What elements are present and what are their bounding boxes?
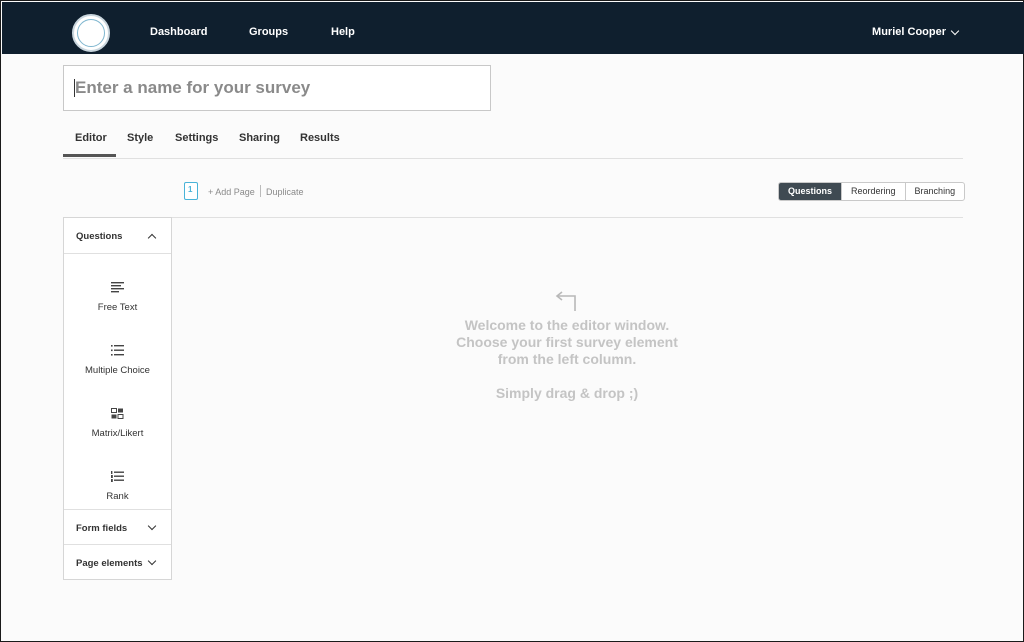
palette-item-multiple-choice[interactable]: Multiple Choice <box>64 325 171 387</box>
form-fields-header-label: Form fields <box>76 523 128 534</box>
editor-divider <box>171 217 963 218</box>
logo-mark <box>77 19 105 47</box>
editor-welcome-message: Welcome to the editor window. Choose you… <box>421 317 713 402</box>
app-window: Dashboard Groups Help Muriel Cooper Edit… <box>0 0 1024 642</box>
questions-section-header[interactable]: Questions <box>64 218 171 254</box>
chevron-up-icon <box>147 233 157 243</box>
chevron-down-icon <box>950 26 960 35</box>
editor-tabs: Editor Style Settings Sharing Results <box>63 128 963 159</box>
survey-name-input[interactable] <box>63 65 491 111</box>
tab-sharing[interactable]: Sharing <box>239 132 280 144</box>
page-elements-section-header[interactable]: Page elements <box>64 545 171 581</box>
arrow-up-left-icon <box>555 291 576 311</box>
user-name: Muriel Cooper <box>872 26 946 38</box>
view-mode-branching[interactable]: Branching <box>904 183 965 200</box>
toolbar-divider <box>260 185 261 197</box>
tab-style[interactable]: Style <box>127 132 153 144</box>
welcome-spacer <box>421 368 713 385</box>
active-tab-indicator <box>63 154 116 157</box>
palette-item-rank[interactable]: Rank <box>64 451 171 513</box>
tab-settings[interactable]: Settings <box>175 132 218 144</box>
palette-item-free-text[interactable]: Free Text <box>64 262 171 324</box>
text-caret <box>74 79 75 97</box>
palette-item-label: Rank <box>106 491 129 502</box>
user-menu[interactable]: Muriel Cooper <box>872 26 960 38</box>
matrix-icon <box>111 408 124 419</box>
page-elements-header-label: Page elements <box>76 558 143 569</box>
nav-help[interactable]: Help <box>331 26 355 38</box>
form-fields-section-header[interactable]: Form fields <box>64 509 171 545</box>
palette-item-matrix-likert[interactable]: Matrix/Likert <box>64 388 171 450</box>
view-mode-switch: Questions Reordering Branching <box>778 182 966 201</box>
chevron-down-icon <box>147 556 157 566</box>
list-icon <box>111 345 124 356</box>
view-mode-reordering[interactable]: Reordering <box>841 183 905 200</box>
palette-item-label: Multiple Choice <box>85 365 150 376</box>
welcome-line-1: Welcome to the editor window. <box>464 317 670 333</box>
duplicate-button[interactable]: Duplicate <box>266 187 304 197</box>
drag-drop-hint: Simply drag & drop ;) <box>495 385 639 401</box>
add-page-button[interactable]: + Add Page <box>208 187 255 197</box>
questions-header-label: Questions <box>76 231 123 242</box>
rank-list-icon <box>111 471 124 482</box>
view-mode-questions[interactable]: Questions <box>779 183 842 200</box>
top-navbar: Dashboard Groups Help Muriel Cooper <box>2 2 1024 54</box>
free-text-icon <box>111 282 124 293</box>
chevron-down-icon <box>147 521 157 531</box>
tab-editor[interactable]: Editor <box>75 132 107 144</box>
welcome-line-3: from the left column. <box>497 351 637 367</box>
element-palette: Questions Free Text Multiple Choice Matr… <box>63 217 172 580</box>
palette-item-label: Matrix/Likert <box>91 428 144 439</box>
logo-icon[interactable] <box>72 14 110 52</box>
welcome-line-2: Choose your first survey element <box>456 334 678 350</box>
page-icon[interactable] <box>184 182 198 200</box>
nav-groups[interactable]: Groups <box>249 26 288 38</box>
palette-item-label: Free Text <box>97 302 138 313</box>
nav-dashboard[interactable]: Dashboard <box>150 26 207 38</box>
tab-results[interactable]: Results <box>300 132 340 144</box>
